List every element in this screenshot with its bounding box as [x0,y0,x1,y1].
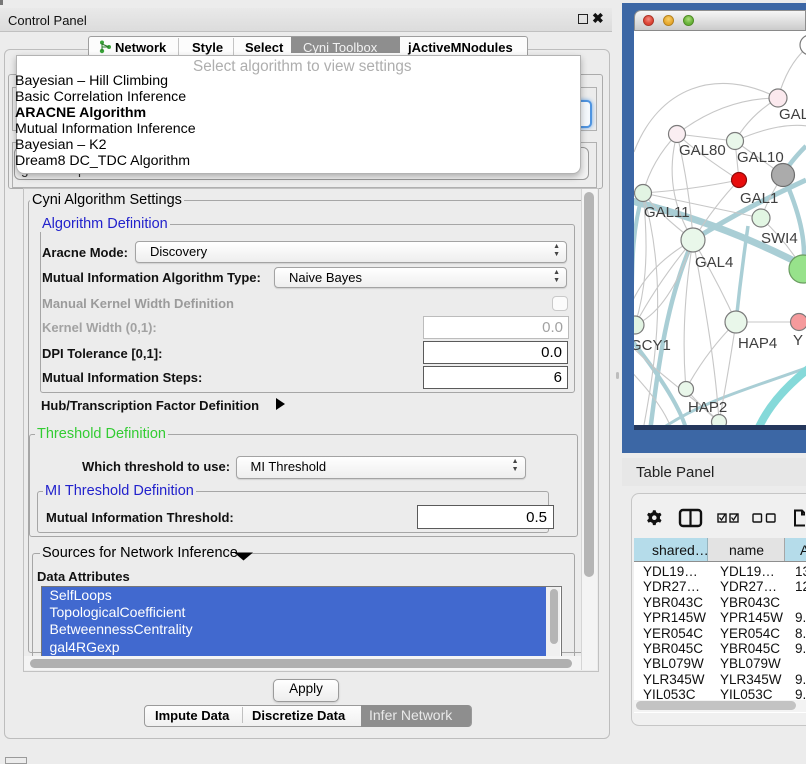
svg-text:GCY1: GCY1 [634,337,671,354]
svg-text:Y: Y [793,332,803,349]
svg-text:GAL1: GAL1 [740,190,778,207]
svg-text:GAL: GAL [779,106,806,123]
svg-text:HAP4: HAP4 [738,335,777,352]
svg-text:GAL11: GAL11 [644,204,690,221]
svg-text:GAL4: GAL4 [695,254,733,271]
svg-text:HAP2: HAP2 [688,399,727,416]
svg-text:GAL80: GAL80 [679,142,726,159]
svg-text:GAL10: GAL10 [737,149,784,166]
svg-text:SWI4: SWI4 [761,230,798,247]
